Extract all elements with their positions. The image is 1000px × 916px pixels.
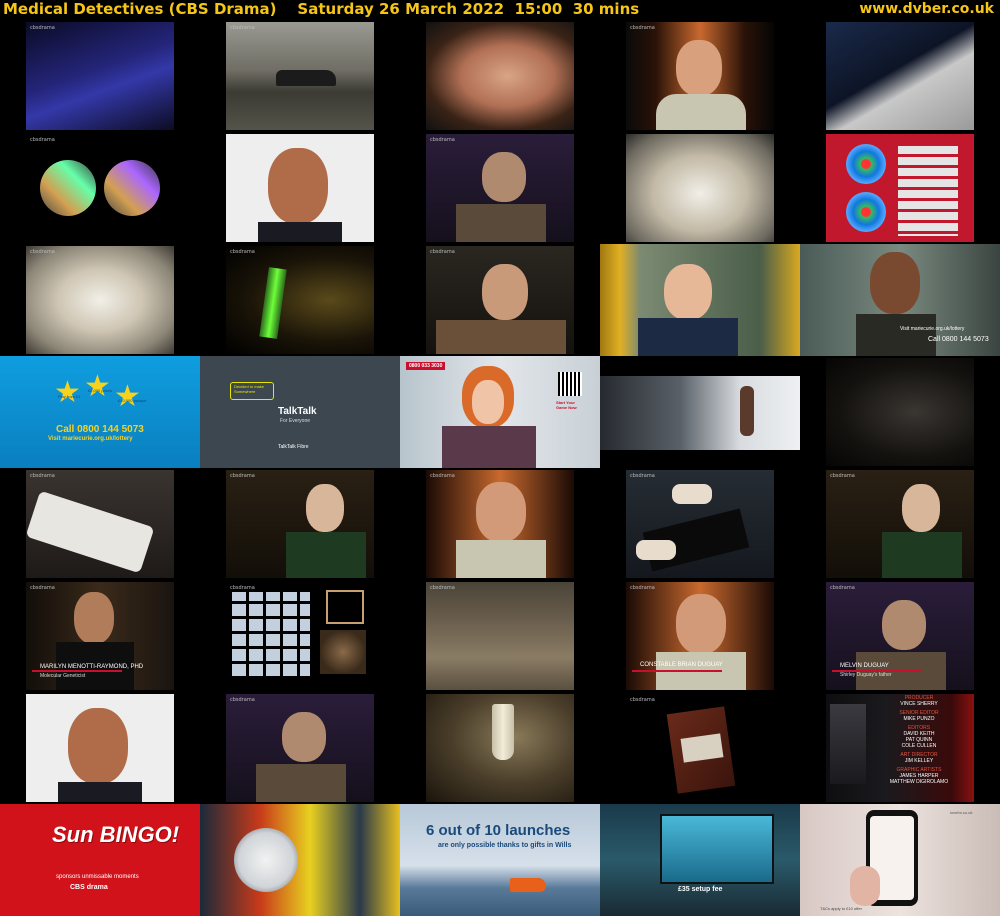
site-link[interactable]: www.dvber.co.uk: [859, 0, 994, 19]
lottery-phone: Call 0800 144 5073: [56, 424, 144, 435]
thumbnail-grid: cbsdrama cbsdrama cbsdrama cbsdrama cbsd…: [0, 20, 1000, 916]
lottery-phone: Call 0800 144 5073: [928, 336, 989, 343]
channel-watermark: cbsdrama: [430, 137, 455, 143]
thumbnail-r5c5[interactable]: cbsdrama: [800, 468, 1000, 580]
thumbnail-r1c4[interactable]: cbsdrama: [600, 20, 800, 132]
thumbnail-r8c4[interactable]: £35 setup fee: [600, 804, 800, 916]
programme-title: Medical Detectives (CBS Drama) Saturday …: [3, 0, 640, 18]
thumbnail-r5c3[interactable]: cbsdrama: [400, 468, 600, 580]
thumbnail-r6c5[interactable]: cbsdrama MELVIN DUGUAY Shirley Duguay's …: [800, 580, 1000, 692]
thumbnail-r6c1[interactable]: cbsdrama MARILYN MENOTTI-RAYMOND, PHD Mo…: [0, 580, 200, 692]
credit-name: MIKE PUNZO: [903, 716, 935, 722]
thumbnail-r3c3[interactable]: cbsdrama: [400, 244, 600, 356]
thumbnail-r8c2[interactable]: [200, 804, 400, 916]
channel-watermark: cbsdrama: [430, 473, 455, 479]
thumbnail-r1c2[interactable]: cbsdrama: [200, 20, 400, 132]
lottery-web: Visit mariecurie.org.uk/lottery: [48, 436, 133, 442]
thumbnail-r5c4[interactable]: cbsdrama: [600, 468, 800, 580]
thumbnail-r7c2[interactable]: cbsdrama: [200, 692, 400, 804]
credit-name: COLE CULLEN: [901, 743, 937, 749]
lower-third-name: CONSTABLE BRIAN DUGUAY: [640, 662, 723, 668]
thumbnail-r4c4[interactable]: [600, 356, 800, 468]
thumbnail-r8c5[interactable]: lovefor.co.uk T&Cs apply to £10 offer: [800, 804, 1000, 916]
channel-watermark: cbsdrama: [30, 473, 55, 479]
thumbnail-r6c2[interactable]: cbsdrama: [200, 580, 400, 692]
phone-site: lovefor.co.uk: [950, 810, 973, 815]
star-icon: ★: [54, 375, 81, 410]
channel-watermark: cbsdrama: [230, 249, 255, 255]
channel-watermark: cbsdrama: [30, 25, 55, 31]
thumbnail-r4c5[interactable]: [800, 356, 1000, 468]
channel-watermark: cbsdrama: [830, 473, 855, 479]
channel-watermark: cbsdrama: [30, 137, 55, 143]
sun-bingo-logo: Sun BINGO!: [52, 822, 180, 847]
thumbnail-r7c3[interactable]: [400, 692, 600, 804]
thumbnail-r5c2[interactable]: cbsdrama: [200, 468, 400, 580]
channel-watermark: cbsdrama: [230, 697, 255, 703]
talktalk-tagline: Decided to make Somewhere: [234, 384, 265, 394]
channel-watermark: cbsdrama: [630, 25, 655, 31]
lottery-web: Visit mariecurie.org.uk/lottery: [900, 326, 965, 332]
talktalk-logo: TalkTalk: [278, 406, 317, 417]
phone-small-print: T&Cs apply to £10 offer: [820, 906, 862, 911]
thumbnail-r6c4[interactable]: cbsdrama CONSTABLE BRIAN DUGUAY: [600, 580, 800, 692]
sky-setup-fee: £35 setup fee: [678, 886, 723, 893]
thumbnail-r6c3[interactable]: cbsdrama: [400, 580, 600, 692]
channel-watermark: cbsdrama: [430, 249, 455, 255]
thumbnail-r4c3[interactable]: 0800 033 3030 Start Your Game Now: [400, 356, 600, 468]
talktalk-fibre: TalkTalk Fibre: [278, 444, 309, 450]
credit-name: MATTHEW DIGIROLAMO: [889, 779, 949, 785]
star-icon: ★: [114, 379, 141, 414]
channel-watermark: cbsdrama: [630, 585, 655, 591]
talktalk-subtitle: For Everyone: [280, 418, 311, 424]
lower-third-name: MELVIN DUGUAY: [840, 663, 889, 669]
sun-bingo-channel: CBS drama: [70, 884, 108, 891]
lower-third-title: Molecular Geneticist: [40, 673, 86, 679]
rnli-subheadline: are only possible thanks to gifts in Wil…: [438, 842, 572, 849]
thumbnail-r2c1[interactable]: cbsdrama: [0, 132, 200, 244]
lower-third-name: MARILYN MENOTTI-RAYMOND, PHD: [40, 664, 144, 670]
channel-watermark: cbsdrama: [830, 585, 855, 591]
thumbnail-r3c5[interactable]: Call 0800 144 5073 Visit mariecurie.org.…: [800, 244, 1000, 356]
channel-watermark: cbsdrama: [630, 697, 655, 703]
rnli-headline: 6 out of 10 launches: [426, 822, 571, 839]
thumbnail-r8c3[interactable]: 6 out of 10 launches are only possible t…: [400, 804, 600, 916]
channel-watermark: cbsdrama: [30, 585, 55, 591]
thumbnail-r2c3[interactable]: cbsdrama: [400, 132, 600, 244]
lottery-star-label: £2,000 prizes: [88, 388, 113, 393]
thumbnail-r2c2[interactable]: [200, 132, 400, 244]
thumbnail-r1c5[interactable]: [800, 20, 1000, 132]
channel-watermark: cbsdrama: [230, 473, 255, 479]
virgin-phone: 0800 033 3030: [406, 362, 446, 370]
channel-watermark: cbsdrama: [230, 585, 255, 591]
channel-watermark: cbsdrama: [230, 25, 255, 31]
credit-name: VINCE SHERRY: [900, 701, 938, 707]
thumbnail-r7c4[interactable]: cbsdrama: [600, 692, 800, 804]
thumbnail-r1c3[interactable]: [400, 20, 600, 132]
channel-watermark: cbsdrama: [430, 585, 455, 591]
lower-third-title: Shirley Duguay's father: [840, 672, 892, 678]
virgin-qr-label: Start Your Game Now: [556, 400, 577, 410]
star-icon: ★: [84, 369, 111, 404]
thumbnail-r3c2[interactable]: cbsdrama: [200, 244, 400, 356]
thumbnail-r4c1[interactable]: ★ ★ ★ Play from £1 £2,000 prizes £10,000…: [0, 356, 200, 468]
thumbnail-r3c4[interactable]: [600, 244, 800, 356]
thumbnail-r2c4[interactable]: [600, 132, 800, 244]
end-credits: PRODUCER VINCE SHERRY SENIOR EDITOR MIKE…: [864, 692, 974, 804]
thumbnail-r7c5[interactable]: PRODUCER VINCE SHERRY SENIOR EDITOR MIKE…: [800, 692, 1000, 804]
thumbnail-r5c1[interactable]: cbsdrama: [0, 468, 200, 580]
sun-bingo-line: sponsors unmissable moments: [56, 874, 139, 880]
thumbnail-r2c5[interactable]: [800, 132, 1000, 244]
page-header: Medical Detectives (CBS Drama) Saturday …: [0, 0, 1000, 20]
lottery-star-label: £10,000 jackpot: [118, 398, 147, 403]
credit-name: JIM KELLEY: [904, 758, 934, 764]
lottery-star-label: Play from £1: [58, 394, 81, 399]
channel-watermark: cbsdrama: [630, 473, 655, 479]
thumbnail-r4c2[interactable]: Decided to make Somewhere TalkTalk For E…: [200, 356, 400, 468]
channel-watermark: cbsdrama: [30, 249, 55, 255]
thumbnail-r7c1[interactable]: [0, 692, 200, 804]
thumbnail-r1c1[interactable]: cbsdrama: [0, 20, 200, 132]
thumbnail-r3c1[interactable]: cbsdrama: [0, 244, 200, 356]
thumbnail-r8c1[interactable]: Sun BINGO! sponsors unmissable moments C…: [0, 804, 200, 916]
